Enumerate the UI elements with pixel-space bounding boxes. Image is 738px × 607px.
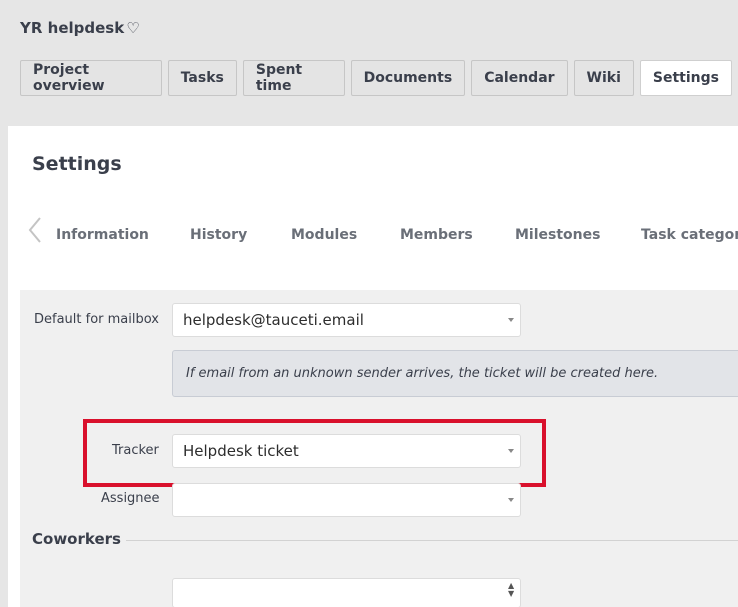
mailbox-label: Default for mailbox	[34, 312, 159, 327]
chevron-left-icon[interactable]	[26, 216, 44, 244]
subtab-history[interactable]: History	[190, 227, 247, 243]
helpdesk-settings-form: Default for mailbox helpdesk@tauceti.ema…	[20, 290, 738, 607]
section-divider	[126, 540, 738, 541]
tab-settings[interactable]: Settings	[639, 60, 732, 96]
subtab-members[interactable]: Members	[400, 227, 473, 243]
subtab-information[interactable]: Information	[56, 227, 149, 243]
page-title: Settings	[32, 153, 122, 175]
mailbox-hint: If email from an unknown sender arrives,…	[172, 350, 738, 397]
settings-content: Settings Information History Modules Mem…	[8, 126, 738, 607]
dropdown-caret-icon	[508, 318, 514, 322]
dropdown-caret-icon	[508, 498, 514, 502]
mailbox-select[interactable]: helpdesk@tauceti.email	[172, 303, 521, 337]
project-title: YR helpdesk ♡	[20, 19, 140, 37]
favorite-heart-icon[interactable]: ♡	[126, 19, 139, 37]
subtab-task-categories[interactable]: Task categories	[641, 227, 738, 243]
project-name: YR helpdesk	[20, 19, 125, 37]
tab-calendar[interactable]: Calendar	[471, 60, 568, 96]
tab-spent-time[interactable]: Spent time	[242, 60, 345, 96]
tracker-highlight-box	[83, 419, 546, 487]
mailbox-select-value: helpdesk@tauceti.email	[183, 311, 364, 329]
assignee-label: Assignee	[101, 491, 160, 506]
tab-documents[interactable]: Documents	[350, 60, 466, 96]
project-tabs: Project overview Tasks Spent time Docume…	[20, 60, 738, 96]
subtab-modules[interactable]: Modules	[291, 227, 357, 243]
tab-wiki[interactable]: Wiki	[573, 60, 634, 96]
tab-tasks[interactable]: Tasks	[167, 60, 237, 96]
tab-project-overview[interactable]: Project overview	[20, 60, 162, 96]
coworkers-section-title: Coworkers	[32, 530, 121, 548]
subtab-milestones[interactable]: Milestones	[515, 227, 600, 243]
coworkers-multiselect[interactable]: ▲ ▼	[172, 578, 521, 607]
assignee-select[interactable]	[172, 483, 521, 517]
updown-arrows-icon: ▲ ▼	[508, 581, 515, 598]
